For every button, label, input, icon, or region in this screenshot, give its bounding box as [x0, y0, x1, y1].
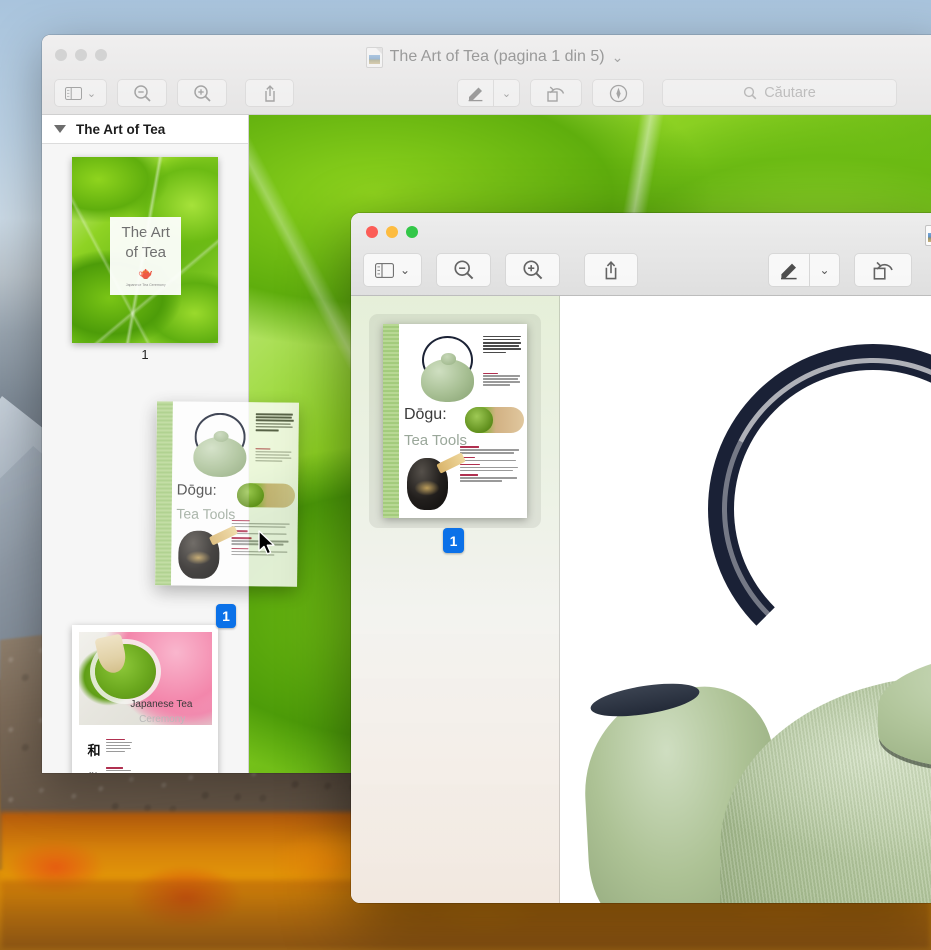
sidebar-icon [65, 87, 82, 100]
front-thumbnail-page-1[interactable]: Dōgu: Tea Tools [383, 324, 527, 518]
front-titlebar: ⌄ [351, 213, 931, 296]
matcha-spoon [237, 483, 295, 508]
page-paper: Dōgu: Tea Tools [399, 324, 527, 518]
markup-pen-icon [778, 261, 800, 280]
back-toolbar-left: ⌄ [54, 79, 294, 107]
document-icon [366, 47, 383, 68]
zoom-out-button[interactable] [436, 253, 491, 287]
page-paper: Dōgu: Tea Tools [171, 401, 299, 586]
zoom-in-button[interactable] [505, 253, 560, 287]
page-green-strip [383, 324, 399, 518]
share-button[interactable] [584, 253, 638, 287]
ceremony-subtitle: Ceremony [139, 714, 185, 725]
sidebar-header-label: The Art of Tea [76, 122, 165, 137]
chevron-down-icon: ⌄ [87, 87, 96, 100]
preview-window-front[interactable]: ⌄ [351, 213, 931, 903]
rotate-left-icon [545, 84, 567, 103]
thumbnail-page-number-1: 1 [72, 347, 218, 362]
teapot-icon: 🫖 [138, 267, 153, 279]
minimize-button[interactable] [386, 226, 398, 238]
cover-title-line2: of Tea [125, 244, 166, 261]
zoom-button[interactable] [406, 226, 418, 238]
rotate-left-button[interactable] [530, 79, 582, 107]
ceremony-photo [79, 632, 212, 725]
markup-button[interactable] [768, 253, 810, 287]
zoom-out-icon [453, 259, 475, 281]
front-toolbar-right: ⌄ [768, 253, 912, 287]
ceremony-title: Japanese Tea [130, 699, 192, 710]
dogu-subheading: Tea Tools [404, 433, 467, 449]
cover-title-line1: The Art [122, 224, 170, 241]
search-icon [743, 86, 757, 100]
zoom-out-button[interactable] [117, 79, 167, 107]
zoom-in-button[interactable] [177, 79, 227, 107]
rotate-left-icon [871, 259, 896, 281]
search-input[interactable]: Căutare [662, 79, 897, 107]
search-placeholder-text: Căutare [764, 85, 816, 101]
front-window-body: Dōgu: Tea Tools [351, 296, 931, 903]
markup-pen-icon [466, 85, 485, 102]
zoom-in-icon [522, 259, 544, 281]
sidebar-icon [375, 263, 394, 278]
document-icon [925, 225, 931, 246]
calligraphy-card: 和 敬 [79, 733, 137, 773]
share-icon [262, 84, 278, 103]
back-title-text: The Art of Tea (pagina 1 din 5) [390, 48, 605, 66]
back-window-title[interactable]: The Art of Tea (pagina 1 din 5) ⌄ [42, 40, 931, 74]
zoom-out-icon [133, 84, 152, 103]
teapot-lid [441, 353, 456, 365]
front-thumbnail-sidebar[interactable]: Dōgu: Tea Tools [351, 296, 560, 903]
dogu-heading: Dōgu: [404, 407, 447, 424]
teapot-body [421, 359, 475, 402]
thumbnail-page-3[interactable]: Japanese Tea Ceremony 和 敬 [72, 625, 218, 773]
kanji-1: 和 [87, 740, 100, 759]
markup-segmented-control[interactable]: ⌄ [457, 79, 520, 107]
markup-options-button[interactable]: ⌄ [494, 79, 520, 107]
chevron-down-icon: ⌄ [502, 87, 511, 100]
chevron-down-icon: ⌄ [400, 263, 410, 277]
drag-count-badge: 1 [216, 604, 236, 628]
annotate-button[interactable] [592, 79, 644, 107]
teapot-illustration [560, 296, 931, 903]
markup-segmented-control[interactable]: ⌄ [768, 253, 840, 287]
dogu-subheading: Tea Tools [176, 506, 235, 521]
share-button[interactable] [245, 79, 294, 107]
sidebar-view-button[interactable]: ⌄ [54, 79, 107, 107]
sidebar-view-button[interactable]: ⌄ [363, 253, 422, 287]
back-toolbar-right: ⌄ Căuta [457, 79, 897, 107]
front-document-view[interactable] [560, 296, 931, 903]
cover-card: The Art of Tea 🫖 Japanese Tea Ceremony [110, 217, 182, 295]
disclosure-triangle-icon[interactable] [54, 125, 66, 133]
kanji-2: 敬 [87, 769, 100, 773]
markup-options-button[interactable]: ⌄ [810, 253, 840, 287]
front-traffic-lights[interactable] [366, 226, 418, 238]
teapot-body [193, 437, 246, 478]
thumbnail-page-1[interactable]: The Art of Tea 🫖 Japanese Tea Ceremony [72, 157, 218, 343]
close-button[interactable] [366, 226, 378, 238]
mouse-cursor [258, 530, 276, 556]
front-page-badge: 1 [443, 528, 464, 553]
zoom-in-icon [193, 84, 212, 103]
matcha-spoon [465, 407, 524, 432]
dogu-heading: Dōgu: [177, 482, 217, 498]
front-toolbar-left: ⌄ [363, 253, 638, 287]
share-icon [602, 260, 620, 281]
highlight-icon [608, 83, 629, 104]
chevron-down-icon: ⌄ [819, 263, 829, 277]
chevron-down-icon[interactable]: ⌄ [612, 49, 624, 66]
rotate-left-button[interactable] [854, 253, 912, 287]
cover-subtitle: Japanese Tea Ceremony [126, 283, 166, 287]
sidebar-header[interactable]: The Art of Tea [42, 115, 248, 144]
dragged-page-thumbnail[interactable]: Dōgu: Tea Tools [155, 401, 299, 586]
markup-button[interactable] [457, 79, 494, 107]
back-titlebar: The Art of Tea (pagina 1 din 5) ⌄ ⌄ [42, 35, 931, 115]
